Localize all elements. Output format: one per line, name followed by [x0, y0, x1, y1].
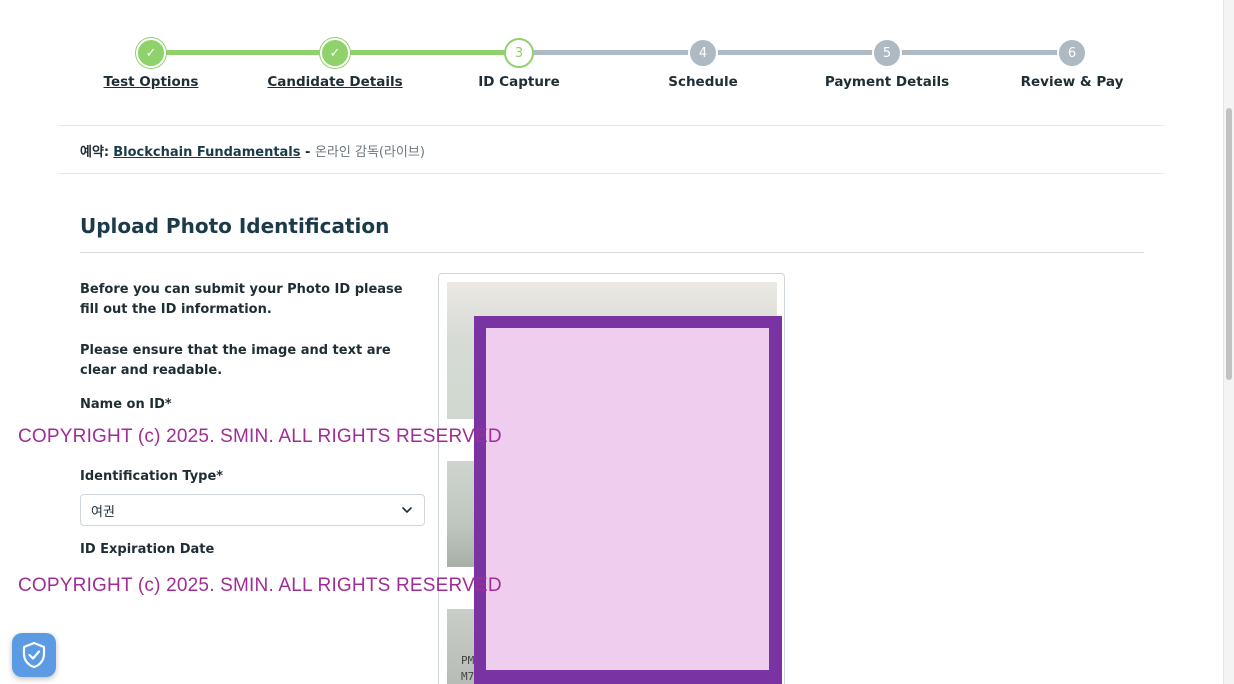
divider — [59, 173, 1164, 174]
divider — [59, 125, 1164, 126]
mrz-line: PM — [461, 654, 475, 667]
page-title: Upload Photo Identification — [80, 214, 390, 238]
exam-link[interactable]: Blockchain Fundamentals — [113, 145, 300, 160]
booking-separator: - — [300, 145, 315, 160]
step-label: Review & Pay — [1020, 74, 1124, 90]
mrz-line: M7 — [461, 670, 475, 683]
name-on-id-label: Name on ID* — [80, 397, 172, 412]
step-number: 5 — [872, 38, 902, 68]
identification-type-select[interactable]: 여권 — [80, 494, 425, 526]
shield-check-icon — [22, 641, 46, 669]
vertical-scrollbar[interactable] — [1223, 0, 1234, 684]
title-divider — [80, 252, 1144, 253]
step-number: 3 — [504, 38, 534, 68]
step-payment-details: 5 Payment Details — [807, 38, 967, 90]
step-test-options[interactable]: ✓ Test Options — [71, 38, 231, 90]
step-review-pay: 6 Review & Pay — [992, 38, 1152, 90]
intro-text: Before you can submit your Photo ID plea… — [80, 282, 403, 317]
step-check-icon: ✓ — [136, 38, 166, 68]
copyright-watermark: COPYRIGHT (c) 2025. SMIN. ALL RIGHTS RES… — [18, 426, 502, 447]
id-expiration-label: ID Expiration Date — [80, 542, 215, 557]
redaction-fill — [486, 328, 769, 670]
step-candidate-details[interactable]: ✓ Candidate Details — [255, 38, 415, 90]
page: ✓ Test Options ✓ Candidate Details 3 ID … — [0, 0, 1234, 684]
chevron-down-icon — [402, 507, 412, 513]
step-number: 6 — [1057, 38, 1087, 68]
identification-type-label: Identification Type* — [80, 469, 224, 484]
booking-summary: 예약: Blockchain Fundamentals - 온라인 감독(라이브… — [80, 141, 425, 160]
step-label: ID Capture — [478, 74, 560, 90]
identification-type-value: 여권 — [91, 504, 115, 520]
booking-prefix: 예약: — [80, 145, 110, 160]
step-label[interactable]: Candidate Details — [255, 74, 415, 90]
copyright-watermark: COPYRIGHT (c) 2025. SMIN. ALL RIGHTS RES… — [18, 575, 502, 596]
progress-stepper: ✓ Test Options ✓ Candidate Details 3 ID … — [0, 0, 1222, 110]
delivery-mode: 온라인 감독(라이브) — [314, 145, 425, 160]
step-number: 4 — [688, 38, 718, 68]
step-id-capture: 3 ID Capture — [439, 38, 599, 90]
scrollbar-thumb[interactable] — [1226, 108, 1232, 380]
step-label[interactable]: Test Options — [71, 74, 231, 90]
passport-mrz: PM M7 — [461, 653, 474, 684]
step-schedule: 4 Schedule — [623, 38, 783, 90]
notice-text: Please ensure that the image and text ar… — [80, 343, 391, 378]
step-label: Payment Details — [824, 74, 950, 90]
step-check-icon: ✓ — [320, 38, 350, 68]
privacy-shield-button[interactable] — [12, 633, 56, 677]
step-label: Schedule — [668, 74, 738, 90]
